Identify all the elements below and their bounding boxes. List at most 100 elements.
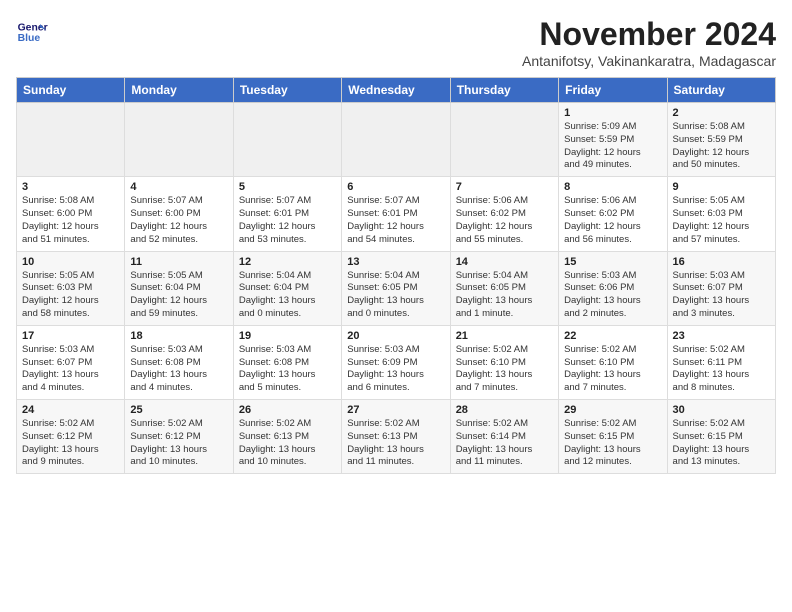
day-info: Sunrise: 5:02 AM Sunset: 6:11 PM Dayligh… xyxy=(673,344,770,395)
weekday-header-wednesday: Wednesday xyxy=(342,78,450,103)
calendar-cell: 2 Sunrise: 5:08 AM Sunset: 5:59 PM Daylig… xyxy=(667,103,775,177)
day-info: Sunrise: 5:02 AM Sunset: 6:12 PM Dayligh… xyxy=(130,418,227,469)
calendar-cell: 27Sunrise: 5:02 AM Sunset: 6:13 PM Dayli… xyxy=(342,400,450,474)
day-number: 1 xyxy=(564,107,661,119)
calendar-cell: 7 Sunrise: 5:06 AM Sunset: 6:02 PM Daylig… xyxy=(450,177,558,251)
calendar-cell xyxy=(233,103,341,177)
day-info: Sunrise: 5:02 AM Sunset: 6:10 PM Dayligh… xyxy=(564,344,661,395)
day-number: 14 xyxy=(456,256,553,268)
calendar-cell: 21Sunrise: 5:02 AM Sunset: 6:10 PM Dayli… xyxy=(450,325,558,399)
day-number: 13 xyxy=(347,256,444,268)
title-area: November 2024 Antanifotsy, Vakinankaratr… xyxy=(522,16,776,69)
calendar-week-5: 24Sunrise: 5:02 AM Sunset: 6:12 PM Dayli… xyxy=(17,400,776,474)
day-info: Sunrise: 5:03 AM Sunset: 6:08 PM Dayligh… xyxy=(239,344,336,395)
calendar-cell: 18 Sunrise: 5:03 AM Sunset: 6:08 PM Dayli… xyxy=(125,325,233,399)
calendar-cell: 4 Sunrise: 5:07 AM Sunset: 6:00 PM Daylig… xyxy=(125,177,233,251)
day-info: Sunrise: 5:04 AM Sunset: 6:05 PM Dayligh… xyxy=(347,270,444,321)
calendar-cell: 22 Sunrise: 5:02 AM Sunset: 6:10 PM Dayli… xyxy=(559,325,667,399)
weekday-header-friday: Friday xyxy=(559,78,667,103)
day-info: Sunrise: 5:03 AM Sunset: 6:07 PM Dayligh… xyxy=(673,270,770,321)
day-number: 19 xyxy=(239,330,336,342)
day-number: 30 xyxy=(673,404,770,416)
day-number: 10 xyxy=(22,256,119,268)
day-number: 18 xyxy=(130,330,227,342)
day-info: Sunrise: 5:06 AM Sunset: 6:02 PM Dayligh… xyxy=(564,195,661,246)
day-number: 22 xyxy=(564,330,661,342)
calendar-header-row: SundayMondayTuesdayWednesdayThursdayFrid… xyxy=(17,78,776,103)
calendar-cell: 5Sunrise: 5:07 AM Sunset: 6:01 PM Daylig… xyxy=(233,177,341,251)
logo: General Blue xyxy=(16,16,48,48)
day-info: Sunrise: 5:05 AM Sunset: 6:03 PM Dayligh… xyxy=(22,270,119,321)
location-subtitle: Antanifotsy, Vakinankaratra, Madagascar xyxy=(522,53,776,69)
day-number: 12 xyxy=(239,256,336,268)
calendar-cell: 12Sunrise: 5:04 AM Sunset: 6:04 PM Dayli… xyxy=(233,251,341,325)
day-number: 6 xyxy=(347,181,444,193)
month-title: November 2024 xyxy=(522,16,776,53)
calendar-cell: 24Sunrise: 5:02 AM Sunset: 6:12 PM Dayli… xyxy=(17,400,125,474)
day-info: Sunrise: 5:05 AM Sunset: 6:03 PM Dayligh… xyxy=(673,195,770,246)
day-info: Sunrise: 5:07 AM Sunset: 6:01 PM Dayligh… xyxy=(347,195,444,246)
day-info: Sunrise: 5:02 AM Sunset: 6:13 PM Dayligh… xyxy=(347,418,444,469)
day-info: Sunrise: 5:08 AM Sunset: 5:59 PM Dayligh… xyxy=(673,121,770,172)
calendar-cell: 23 Sunrise: 5:02 AM Sunset: 6:11 PM Dayli… xyxy=(667,325,775,399)
weekday-header-saturday: Saturday xyxy=(667,78,775,103)
day-number: 26 xyxy=(239,404,336,416)
day-number: 16 xyxy=(673,256,770,268)
calendar-cell xyxy=(125,103,233,177)
day-number: 15 xyxy=(564,256,661,268)
day-info: Sunrise: 5:07 AM Sunset: 6:00 PM Dayligh… xyxy=(130,195,227,246)
calendar-cell xyxy=(17,103,125,177)
day-number: 25 xyxy=(130,404,227,416)
calendar-cell: 20 Sunrise: 5:03 AM Sunset: 6:09 PM Dayli… xyxy=(342,325,450,399)
day-info: Sunrise: 5:03 AM Sunset: 6:09 PM Dayligh… xyxy=(347,344,444,395)
weekday-header-tuesday: Tuesday xyxy=(233,78,341,103)
calendar-cell: 15Sunrise: 5:03 AM Sunset: 6:06 PM Dayli… xyxy=(559,251,667,325)
day-number: 23 xyxy=(673,330,770,342)
day-number: 2 xyxy=(673,107,770,119)
header: General Blue November 2024 Antanifotsy, … xyxy=(16,16,776,69)
day-number: 20 xyxy=(347,330,444,342)
calendar-cell: 8 Sunrise: 5:06 AM Sunset: 6:02 PM Daylig… xyxy=(559,177,667,251)
day-number: 7 xyxy=(456,181,553,193)
calendar-cell xyxy=(450,103,558,177)
calendar-table: SundayMondayTuesdayWednesdayThursdayFrid… xyxy=(16,77,776,474)
day-number: 5 xyxy=(239,181,336,193)
day-info: Sunrise: 5:02 AM Sunset: 6:15 PM Dayligh… xyxy=(673,418,770,469)
day-number: 28 xyxy=(456,404,553,416)
day-info: Sunrise: 5:08 AM Sunset: 6:00 PM Dayligh… xyxy=(22,195,119,246)
day-info: Sunrise: 5:02 AM Sunset: 6:13 PM Dayligh… xyxy=(239,418,336,469)
calendar-cell: 17 Sunrise: 5:03 AM Sunset: 6:07 PM Dayli… xyxy=(17,325,125,399)
day-info: Sunrise: 5:06 AM Sunset: 6:02 PM Dayligh… xyxy=(456,195,553,246)
day-number: 11 xyxy=(130,256,227,268)
day-info: Sunrise: 5:02 AM Sunset: 6:14 PM Dayligh… xyxy=(456,418,553,469)
calendar-cell: 11 Sunrise: 5:05 AM Sunset: 6:04 PM Dayli… xyxy=(125,251,233,325)
calendar-cell: 6 Sunrise: 5:07 AM Sunset: 6:01 PM Daylig… xyxy=(342,177,450,251)
day-number: 17 xyxy=(22,330,119,342)
day-number: 29 xyxy=(564,404,661,416)
calendar-cell xyxy=(342,103,450,177)
day-number: 3 xyxy=(22,181,119,193)
calendar-week-4: 17 Sunrise: 5:03 AM Sunset: 6:07 PM Dayli… xyxy=(17,325,776,399)
day-number: 8 xyxy=(564,181,661,193)
day-info: Sunrise: 5:09 AM Sunset: 5:59 PM Dayligh… xyxy=(564,121,661,172)
day-info: Sunrise: 5:02 AM Sunset: 6:15 PM Dayligh… xyxy=(564,418,661,469)
calendar-cell: 10 Sunrise: 5:05 AM Sunset: 6:03 PM Dayli… xyxy=(17,251,125,325)
weekday-header-sunday: Sunday xyxy=(17,78,125,103)
calendar-cell: 29 Sunrise: 5:02 AM Sunset: 6:15 PM Dayli… xyxy=(559,400,667,474)
day-info: Sunrise: 5:05 AM Sunset: 6:04 PM Dayligh… xyxy=(130,270,227,321)
day-info: Sunrise: 5:02 AM Sunset: 6:10 PM Dayligh… xyxy=(456,344,553,395)
calendar-cell: 16 Sunrise: 5:03 AM Sunset: 6:07 PM Dayli… xyxy=(667,251,775,325)
day-info: Sunrise: 5:03 AM Sunset: 6:07 PM Dayligh… xyxy=(22,344,119,395)
calendar-cell: 3 Sunrise: 5:08 AM Sunset: 6:00 PM Daylig… xyxy=(17,177,125,251)
day-info: Sunrise: 5:03 AM Sunset: 6:08 PM Dayligh… xyxy=(130,344,227,395)
calendar-cell: 26 Sunrise: 5:02 AM Sunset: 6:13 PM Dayli… xyxy=(233,400,341,474)
day-number: 4 xyxy=(130,181,227,193)
day-number: 9 xyxy=(673,181,770,193)
calendar-cell: 19 Sunrise: 5:03 AM Sunset: 6:08 PM Dayli… xyxy=(233,325,341,399)
calendar-cell: 28 Sunrise: 5:02 AM Sunset: 6:14 PM Dayli… xyxy=(450,400,558,474)
calendar-cell: 1 Sunrise: 5:09 AM Sunset: 5:59 PM Daylig… xyxy=(559,103,667,177)
day-info: Sunrise: 5:02 AM Sunset: 6:12 PM Dayligh… xyxy=(22,418,119,469)
svg-text:Blue: Blue xyxy=(18,33,41,44)
calendar-cell: 13 Sunrise: 5:04 AM Sunset: 6:05 PM Dayli… xyxy=(342,251,450,325)
calendar-cell: 9 Sunrise: 5:05 AM Sunset: 6:03 PM Daylig… xyxy=(667,177,775,251)
